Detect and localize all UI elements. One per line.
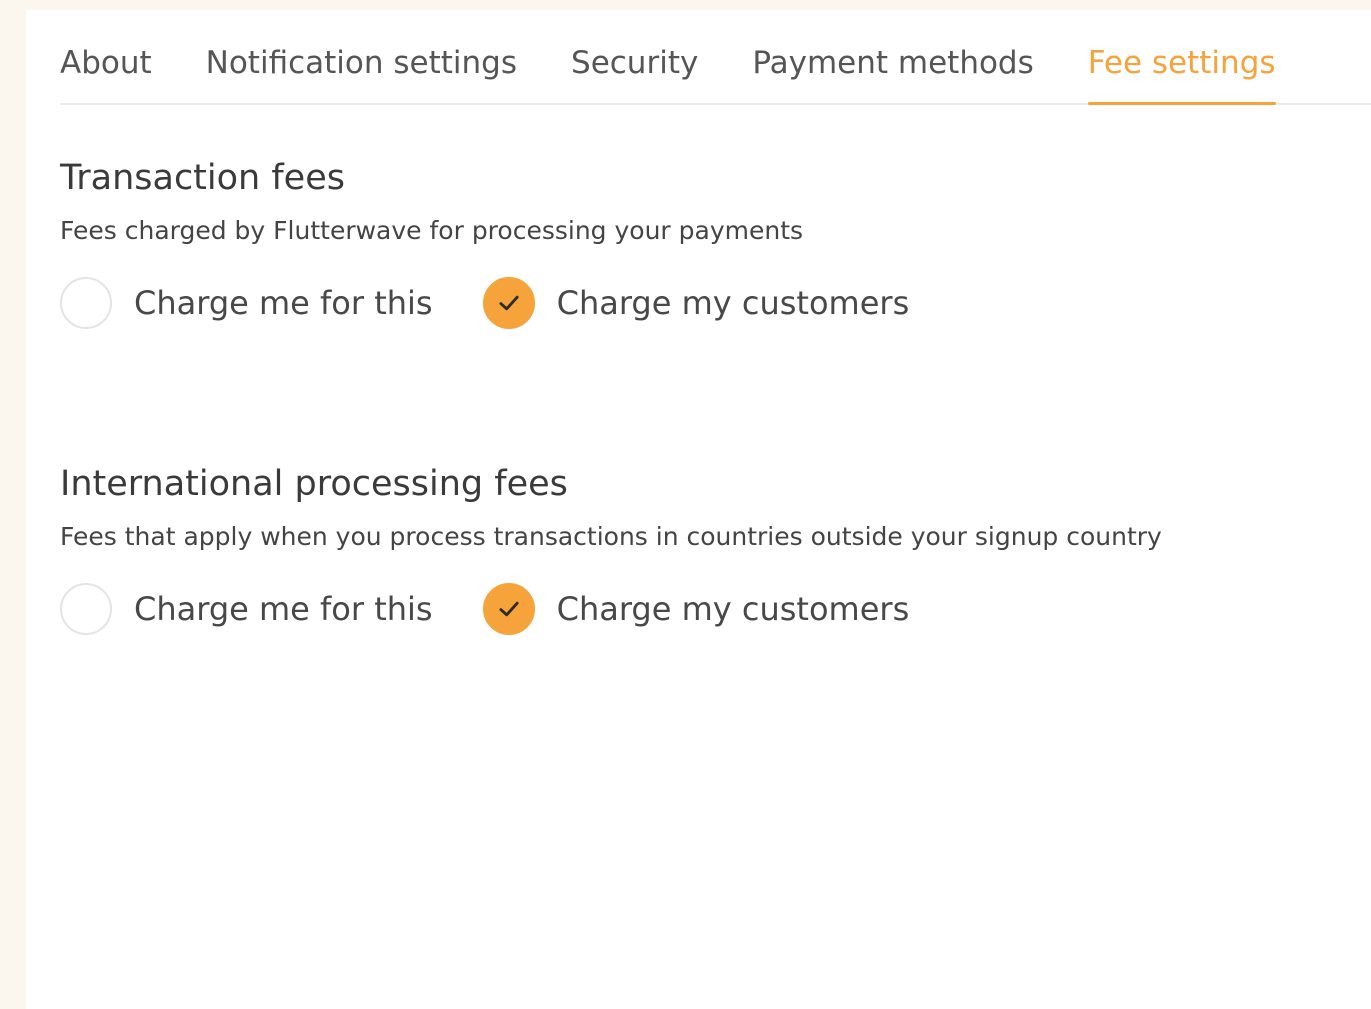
settings-tabs: About Notification settings Security Pay… — [60, 10, 1371, 105]
tab-about[interactable]: About — [60, 8, 152, 103]
fee-settings-panel: About Notification settings Security Pay… — [26, 10, 1371, 1009]
section-title: International processing fees — [60, 464, 568, 504]
tab-notification-settings[interactable]: Notification settings — [206, 8, 517, 103]
section-title: Transaction fees — [60, 158, 345, 198]
radio-checked[interactable] — [482, 583, 535, 635]
tab-fee-settings[interactable]: Fee settings — [1087, 8, 1276, 105]
fee-radio-group: Charge me for this Charge my customers — [60, 277, 959, 329]
tab-security[interactable]: Security — [571, 8, 698, 103]
check-icon — [499, 601, 519, 617]
charge-customers-option[interactable]: Charge my customers — [482, 277, 910, 329]
radio-checked[interactable] — [482, 277, 535, 329]
charge-me-option[interactable]: Charge me for this — [60, 277, 433, 329]
option-label: Charge me for this — [134, 590, 433, 628]
transaction-fees-section: Transaction fees Fees charged by Flutter… — [60, 158, 959, 329]
fee-radio-group: Charge me for this Charge my customers — [60, 583, 1162, 635]
option-label: Charge me for this — [134, 284, 433, 322]
option-label: Charge my customers — [556, 590, 910, 628]
tab-payment-methods[interactable]: Payment methods — [752, 8, 1033, 103]
charge-me-option[interactable]: Charge me for this — [60, 583, 433, 635]
section-description: Fees charged by Flutterwave for processi… — [60, 216, 804, 245]
radio-unchecked[interactable] — [60, 583, 112, 635]
charge-customers-option[interactable]: Charge my customers — [482, 583, 910, 635]
option-label: Charge my customers — [556, 284, 910, 322]
radio-unchecked[interactable] — [60, 277, 112, 329]
international-processing-fees-section: International processing fees Fees that … — [60, 464, 1162, 635]
section-description: Fees that apply when you process transac… — [60, 522, 1162, 551]
check-icon — [499, 295, 519, 311]
